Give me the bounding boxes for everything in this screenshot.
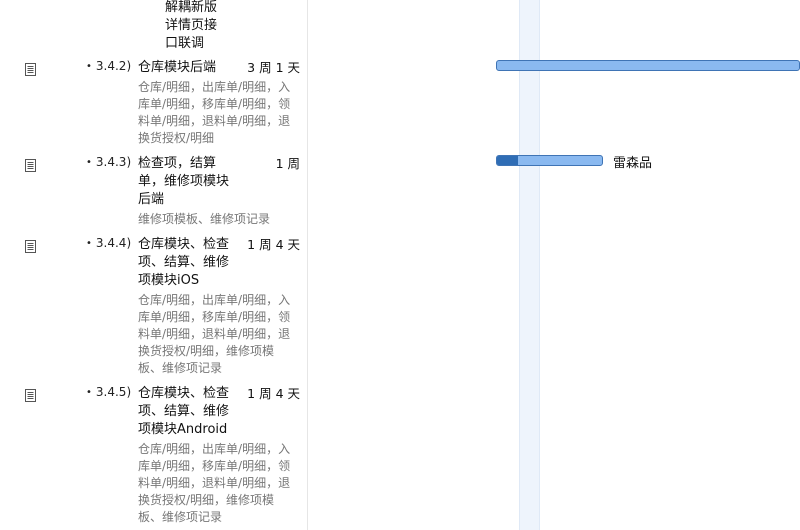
task-row-3-4-2[interactable]: • 3.4.2) 仓库模块后端 3 周 1 天 仓库/明细，出库单/明细，入库单/…	[0, 59, 307, 149]
task-bar-3-4-3[interactable]	[496, 155, 603, 166]
task-duration: 3 周 1 天	[247, 60, 300, 75]
task-row-3-4-4[interactable]: • 3.4.4) 仓库模块、检查项、结算、维修项模块iOS 1 周 4 天 仓库/…	[0, 236, 307, 378]
task-title: 仓库模块、检查项、结算、维修项模块iOS	[138, 237, 230, 288]
task-row-fragment[interactable]: 解耦新版详情页接口联调	[0, 0, 307, 52]
task-title: 仓库模块、检查项、结算、维修项模块Android	[138, 386, 230, 437]
document-icon[interactable]	[25, 389, 36, 402]
task-title: 检查项，结算单，维修项模块后端	[138, 156, 230, 207]
task-bar-progress	[497, 156, 518, 165]
task-list-pane: 解耦新版详情页接口联调 • 3.4.2) 仓库模块后端 3 周 1 天 仓库/明细…	[0, 0, 308, 530]
wbs-number: • 3.4.4)	[86, 236, 132, 250]
current-date-column	[519, 0, 540, 530]
task-bar-3-4-2[interactable]	[496, 60, 800, 71]
document-icon[interactable]	[25, 159, 36, 172]
task-notes: 仓库/明细，出库单/明细，入库单/明细，移库单/明细，领料单/明细，退料单/明细…	[138, 80, 291, 145]
document-icon[interactable]	[25, 240, 36, 253]
task-notes: 维修项模板、维修项记录	[138, 212, 271, 226]
task-title: 仓库模块后端	[138, 60, 217, 75]
task-duration: 1 周 4 天	[247, 237, 300, 252]
wbs-number: • 3.4.2)	[86, 59, 132, 73]
gantt-chart-pane[interactable]: 雷森品	[308, 0, 800, 530]
task-row-3-4-5[interactable]: • 3.4.5) 仓库模块、检查项、结算、维修项模块Android 1 周 4 天…	[0, 385, 307, 530]
task-notes: 仓库/明细，出库单/明细，入库单/明细，移库单/明细，领料单/明细，退料单/明细…	[138, 442, 291, 524]
resource-label: 雷森品	[613, 156, 653, 171]
task-row-3-4-3[interactable]: • 3.4.3) 检查项，结算单，维修项模块后端 1 周 维修项模板、维修项记录	[0, 155, 307, 230]
task-title: 解耦新版详情页接口联调	[165, 0, 218, 51]
wbs-number: • 3.4.5)	[86, 385, 132, 399]
task-notes: 仓库/明细，出库单/明细，入库单/明细，移库单/明细，领料单/明细，退料单/明细…	[138, 293, 291, 375]
wbs-number: • 3.4.3)	[86, 155, 132, 169]
task-duration: 1 周	[275, 156, 300, 171]
document-icon[interactable]	[25, 63, 36, 76]
task-duration: 1 周 4 天	[247, 386, 300, 401]
